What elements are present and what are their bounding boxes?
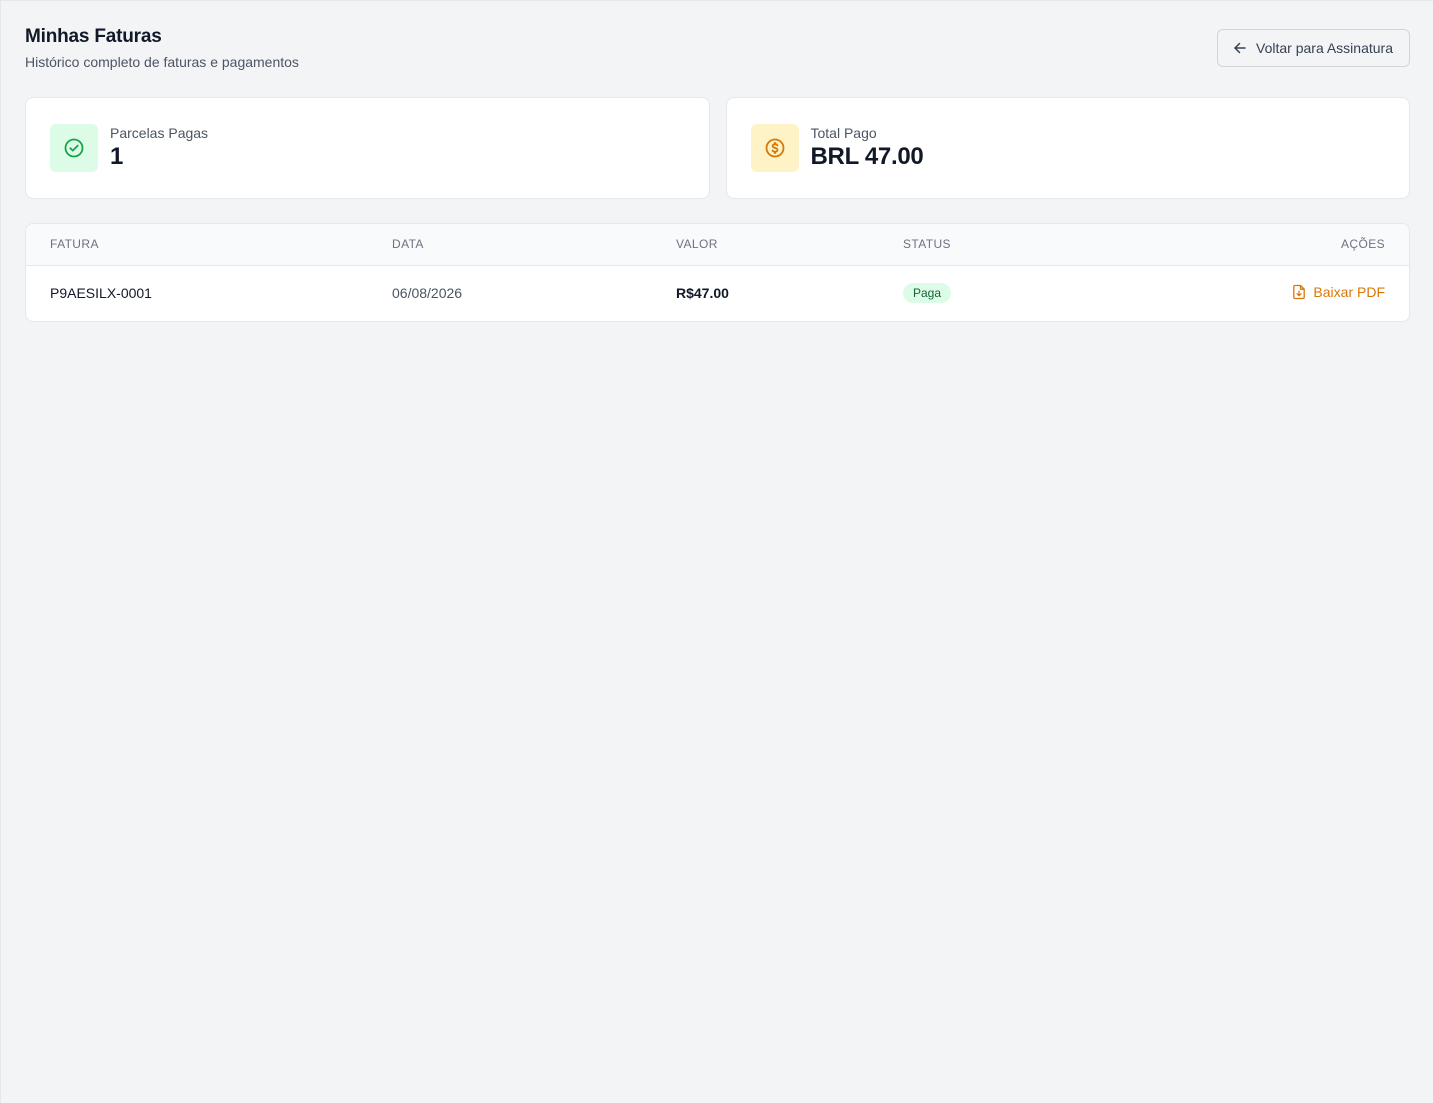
download-pdf-button[interactable]: Baixar PDF [1292, 284, 1385, 300]
stat-label: Parcelas Pagas [110, 125, 209, 141]
check-circle-icon [50, 124, 98, 172]
file-download-icon [1292, 284, 1306, 300]
invoice-amount: R$47.00 [676, 285, 729, 302]
page-header: Minhas Faturas Histórico completo de fat… [25, 1, 1410, 97]
stat-value: BRL 47.00 [810, 143, 924, 170]
stat-card-paid-installments: Parcelas Pagas 1 [25, 97, 710, 199]
column-header-status: STATUS [903, 224, 1051, 266]
arrow-left-icon [1232, 40, 1248, 56]
invoices-table-card: FATURA DATA VALOR STATUS AÇÕES P9AESILX-… [25, 223, 1410, 322]
status-badge: Paga [903, 283, 952, 304]
column-header-date: DATA [392, 224, 676, 266]
page-title: Minhas Faturas [25, 26, 162, 47]
invoice-number: P9AESILX-0001 [50, 285, 152, 302]
stat-value: 1 [110, 143, 124, 170]
table-row: P9AESILX-0001 06/08/2026 R$47.00 Paga Ba… [26, 265, 1409, 321]
table-header-row: FATURA DATA VALOR STATUS AÇÕES [26, 224, 1409, 266]
column-header-actions: AÇÕES [1050, 224, 1409, 266]
page-subtitle: Histórico completo de faturas e pagament… [25, 54, 299, 70]
stats-row: Parcelas Pagas 1 Total Pago BRL 47.00 [25, 97, 1410, 199]
download-pdf-label: Baixar PDF [1313, 283, 1385, 300]
invoices-table: FATURA DATA VALOR STATUS AÇÕES P9AESILX-… [26, 224, 1409, 321]
back-to-subscription-button[interactable]: Voltar para Assinatura [1217, 29, 1410, 67]
stat-label: Total Pago [810, 125, 877, 141]
column-header-amount: VALOR [676, 224, 903, 266]
invoices-page: Minhas Faturas Histórico completo de fat… [25, 1, 1410, 322]
stat-card-total-paid: Total Pago BRL 47.00 [725, 97, 1410, 199]
dollar-circle-icon [750, 124, 799, 172]
back-button-label: Voltar para Assinatura [1256, 40, 1393, 56]
column-header-invoice: FATURA [26, 224, 392, 266]
invoice-date: 06/08/2026 [392, 285, 463, 302]
